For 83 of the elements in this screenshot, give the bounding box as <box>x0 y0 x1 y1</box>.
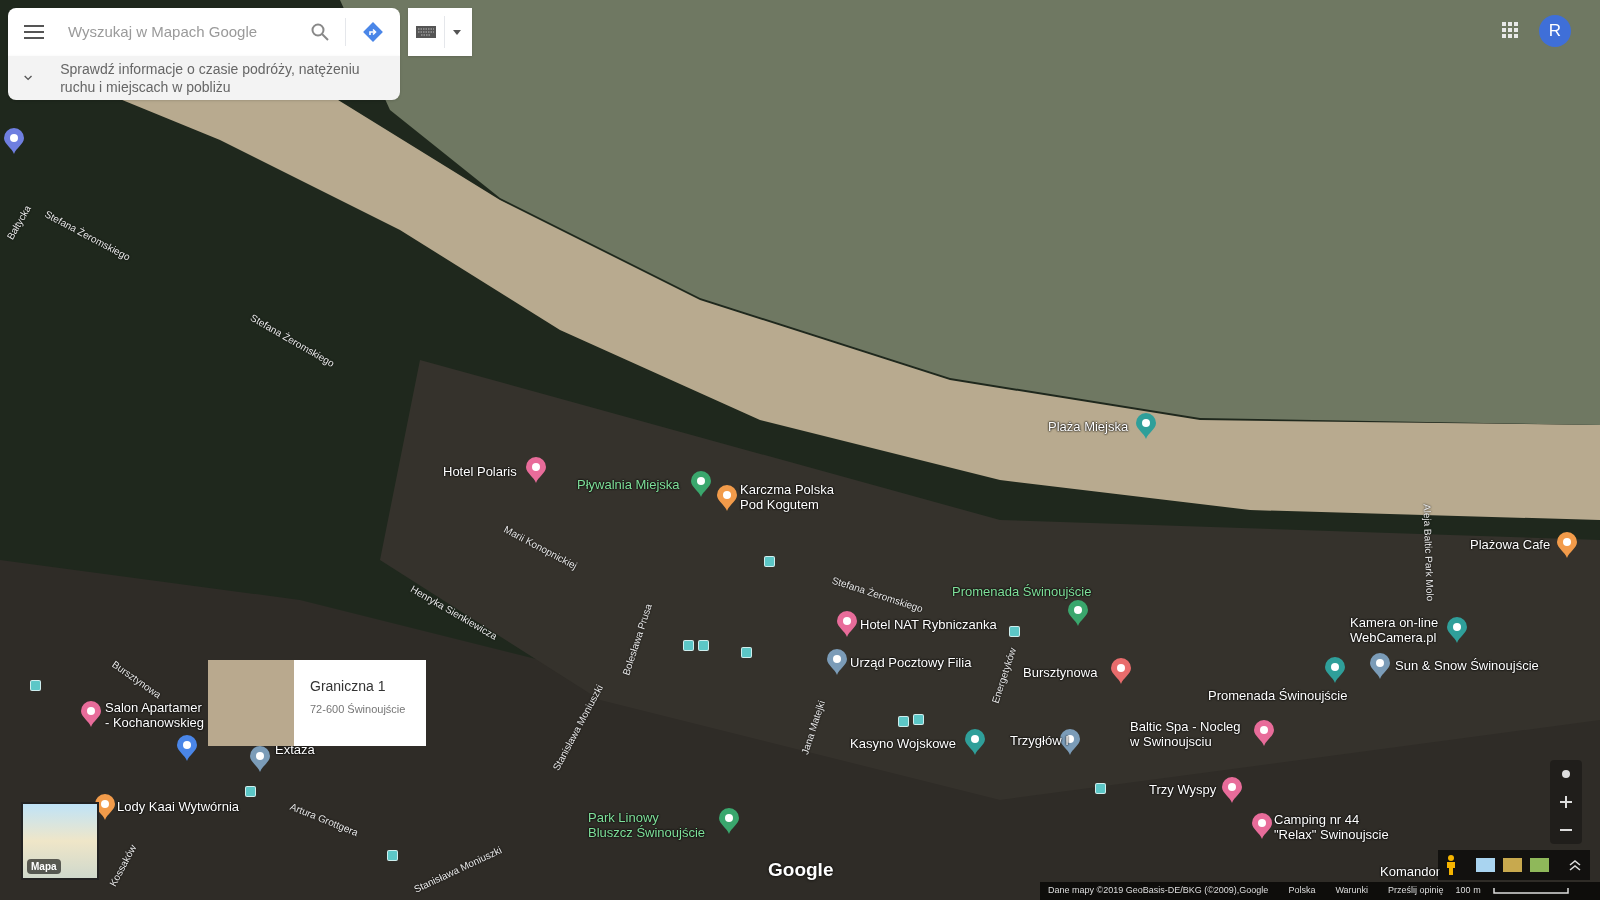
map-pin-icon[interactable] <box>837 611 857 637</box>
bus-stop-icon[interactable] <box>1009 626 1020 637</box>
scale-bar-icon <box>1492 888 1569 894</box>
search-field[interactable]: Wyszukaj w Mapach Google <box>68 20 295 44</box>
map-pin-icon[interactable] <box>1252 813 1272 839</box>
footer-link[interactable]: Dane mapy ©2019 GeoBasis-DE/BKG (©2009),Google <box>1048 884 1269 898</box>
place-address: 72-600 Świnoujście <box>310 702 406 717</box>
pegman-icon[interactable] <box>1446 855 1456 875</box>
search-icon[interactable] <box>311 23 329 41</box>
map-pin-icon[interactable] <box>1370 653 1390 679</box>
info-banner[interactable]: Sprawdź informacje o czasie podróży, natężeniu ruchu i miejscach w pobliżu <box>8 56 400 100</box>
bus-stop-icon[interactable] <box>30 680 41 691</box>
map-pin-icon[interactable] <box>1111 658 1131 684</box>
bus-stop-icon[interactable] <box>898 716 909 727</box>
place-label[interactable]: Baltic Spa - Nocleg w Swinoujsciu <box>1130 719 1241 749</box>
place-label[interactable]: Camping nr 44 "Relax" Swinoujscie <box>1274 812 1389 842</box>
place-label[interactable]: Lody Kaai Wytwórnia <box>117 799 239 814</box>
minus-icon <box>1560 829 1572 831</box>
place-label[interactable]: Pływalnia Miejska <box>577 477 680 492</box>
place-label[interactable]: Promenada Świnoujście <box>1208 688 1348 703</box>
place-label[interactable]: Hotel Polaris <box>443 464 517 479</box>
place-label[interactable]: Trzygłów I <box>1010 733 1069 748</box>
place-label[interactable]: Karczma Polska Pod Kogutem <box>740 482 834 512</box>
place-card[interactable]: Graniczna 1 72-600 Świnoujście <box>208 660 426 746</box>
imagery-thumbnail[interactable] <box>1530 858 1549 872</box>
map-pin-icon[interactable] <box>691 471 711 497</box>
dropdown-caret-icon[interactable] <box>453 29 461 35</box>
chevron-down-icon[interactable] <box>24 74 33 82</box>
place-label[interactable]: Salon Apartamer - Kochanowskieg <box>105 700 204 730</box>
map-pin-icon[interactable] <box>719 808 739 834</box>
imagery-thumbnail[interactable] <box>1503 858 1522 872</box>
footer-link[interactable]: Warunki <box>1335 884 1369 898</box>
map-pin-icon[interactable] <box>1060 729 1080 755</box>
bus-stop-icon[interactable] <box>387 850 398 861</box>
place-label[interactable]: Bursztynowa <box>1023 665 1098 680</box>
bus-stop-icon[interactable] <box>913 714 924 725</box>
map-pin-icon[interactable] <box>717 485 737 511</box>
bus-stop-icon[interactable] <box>741 647 752 658</box>
place-label[interactable]: Sun & Snow Świnoujście <box>1395 658 1539 673</box>
bus-stop-icon[interactable] <box>245 786 256 797</box>
place-label[interactable]: Hotel NAT Rybniczanka <box>860 617 997 632</box>
place-title: Graniczna 1 <box>310 677 387 696</box>
double-chevron-up-icon[interactable] <box>1569 859 1581 871</box>
bus-stop-icon[interactable] <box>683 640 694 651</box>
map-pin-icon[interactable] <box>965 729 985 755</box>
bus-stop-icon[interactable] <box>698 640 709 651</box>
place-label[interactable]: Plażowa Cafe <box>1470 537 1551 552</box>
bus-stop-icon[interactable] <box>764 556 775 567</box>
location-dot-icon <box>1561 769 1571 779</box>
info-banner-text: Sprawdź informacje o czasie podróży, natężeniu ruchu i miejscach w pobliżu <box>60 60 361 96</box>
layer-switcher-label: Mapa <box>27 859 61 874</box>
street-label: Jana Matejki <box>798 698 828 757</box>
place-label[interactable]: Urząd Pocztowy Filia <box>850 655 972 670</box>
place-label[interactable]: Promenada Świnoujście <box>952 584 1092 599</box>
map-pin-icon[interactable] <box>1447 617 1467 643</box>
map-pin-icon[interactable] <box>827 649 847 675</box>
apps-grid-icon[interactable] <box>1502 22 1518 38</box>
search-box[interactable]: Wyszukaj w Mapach Google <box>8 8 400 56</box>
place-label[interactable]: Park Linowy Bluszcz Świnoujście <box>588 810 706 840</box>
scale-label: 100 m <box>1455 884 1481 898</box>
map-pin-icon[interactable] <box>1325 657 1345 683</box>
map-pin-icon[interactable] <box>1222 777 1242 803</box>
input-tools-button[interactable] <box>408 8 472 56</box>
map-pin-icon[interactable] <box>177 735 197 761</box>
map-pin-icon[interactable] <box>1254 720 1274 746</box>
menu-icon[interactable] <box>24 25 44 39</box>
place-label[interactable]: Kasyno Wojskowe <box>850 736 956 751</box>
plus-icon <box>1560 796 1572 808</box>
map-pin-icon[interactable] <box>1557 532 1577 558</box>
map-pin-icon[interactable] <box>526 457 546 483</box>
logo-text: Google <box>768 858 834 882</box>
footer-link[interactable]: Polska <box>1288 884 1316 898</box>
imagery-thumbnail[interactable] <box>1476 858 1495 872</box>
bus-stop-icon[interactable] <box>1095 783 1106 794</box>
place-label[interactable]: Kamera on-line WebCamera.pl <box>1350 615 1439 645</box>
footer-link[interactable]: Prześlij opinię <box>1388 884 1444 898</box>
map-pin-icon[interactable] <box>81 701 101 727</box>
layer-switcher[interactable]: Mapa <box>21 802 99 880</box>
place-label[interactable]: Komandor <box>1380 864 1440 879</box>
place-label[interactable]: Trzy Wyspy <box>1149 782 1217 797</box>
map-pin-icon[interactable] <box>250 746 270 772</box>
map-pin-icon[interactable] <box>1068 600 1088 626</box>
map-pin-icon[interactable] <box>4 128 24 154</box>
